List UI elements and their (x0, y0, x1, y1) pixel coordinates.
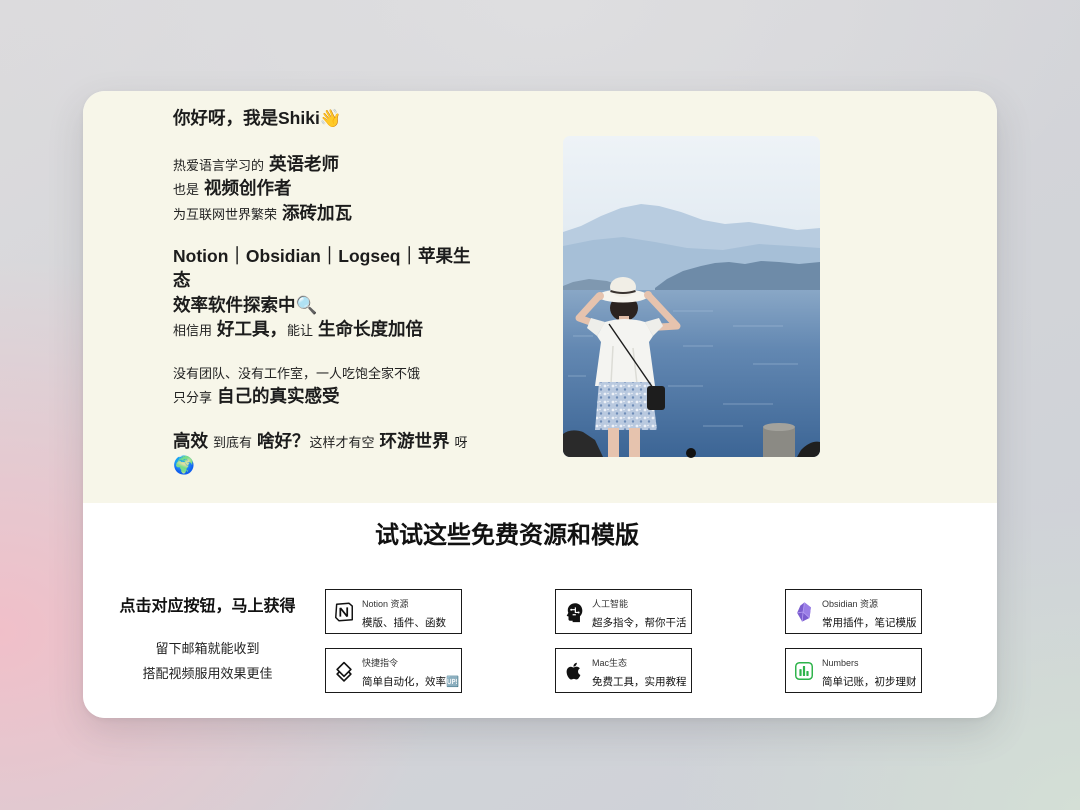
exploring-line: 效率软件探索中🔍 (173, 294, 479, 318)
ai-head-icon (563, 601, 585, 623)
obsidian-resources-button[interactable]: Obsidian 资源 常用插件，笔记模版 (785, 589, 922, 634)
travel-part: 呀 (454, 435, 468, 450)
belief-line: 相信用 好工具，能让 生命长度加倍 (173, 318, 479, 342)
notion-icon (333, 601, 355, 623)
about-highlight: 英语老师 (269, 154, 340, 174)
travel-line: 高效 到底有 啥好？这样才有空 环游世界呀 (173, 430, 479, 454)
button-title: 人工智能 (592, 599, 629, 609)
tools-list: Notion｜Obsidian｜Logseq｜苹果生态 (173, 246, 471, 291)
travel-part: 高效 (173, 431, 208, 451)
share-lead: 只分享 (173, 390, 213, 406)
tools-group: Notion｜Obsidian｜Logseq｜苹果生态 效率软件探索中🔍 相信用… (173, 245, 479, 343)
about-line: 也是 视频创作者 (173, 177, 479, 201)
belief-part: 生命长度加倍 (318, 319, 424, 340)
share-line: 只分享 自己的真实感受 (173, 385, 479, 409)
travel-part: 这样才有空 (309, 435, 375, 450)
about-lead: 热爱语言学习的 (173, 158, 265, 173)
cta-note: 留下邮箱就能收到 搭配视频服用效果更佳 (107, 636, 308, 686)
solo-text: 没有团队、没有工作室，一人吃饱全家不饿 (173, 366, 421, 381)
about-highlight: 视频创作者 (204, 178, 292, 199)
travel-part: 环游世界 (379, 431, 450, 451)
button-title: 快捷指令 (362, 658, 399, 668)
apple-icon (563, 660, 585, 682)
button-subtitle: 简单记账，初步理财 (822, 676, 917, 688)
greeting: 你好呀，我是Shiki👋 (173, 108, 342, 128)
button-subtitle: 简单自动化，效率🆙 (362, 676, 460, 688)
numbers-resources-button[interactable]: Numbers 简单记账，初步理财 (785, 648, 922, 693)
about-lead: 也是 (173, 182, 200, 198)
travel-part: 到底有 (213, 435, 253, 450)
belief-part: 相信用 (173, 323, 213, 339)
button-subtitle: 免费工具，实用教程 (592, 676, 687, 688)
resource-buttons: Notion 资源 模版、插件、函数 人工智能 超多指令，帮你干活 Obsidi… (325, 589, 922, 693)
button-subtitle: 超多指令，帮你干活 (592, 617, 687, 629)
cta-note-line: 搭配视频服用效果更佳 (142, 666, 273, 681)
about-line: 为互联网世界繁荣 添砖加瓦 (173, 202, 479, 226)
globe-icon: 🌍 (173, 455, 195, 476)
button-title: Numbers (822, 658, 859, 668)
profile-card: 你好呀，我是Shiki👋 热爱语言学习的 英语老师 也是 视频创作者 为互联网世界繁… (83, 91, 997, 718)
globe-line: 🌍 (173, 454, 479, 478)
mac-resources-button[interactable]: Mac生态 免费工具，实用教程 (555, 648, 692, 693)
carousel-indicator-dot[interactable] (686, 448, 696, 458)
travel-part: 啥好？ (257, 431, 310, 451)
cta-note-line: 留下邮箱就能收到 (155, 641, 260, 656)
about-line: 热爱语言学习的 英语老师 (173, 153, 479, 177)
obsidian-icon (793, 601, 815, 623)
cta-heading: 点击对应按钮，马上获得 (119, 598, 296, 615)
solo-group: 没有团队、没有工作室，一人吃饱全家不饿 只分享 自己的真实感受 (173, 362, 479, 410)
about-group: 热爱语言学习的 英语老师 也是 视频创作者 为互联网世界繁荣 添砖加瓦 (173, 153, 479, 226)
button-title: Mac生态 (592, 658, 628, 668)
numbers-icon (793, 660, 815, 682)
button-title: Obsidian 资源 (822, 599, 879, 609)
greeting-group: 你好呀，我是Shiki👋 (173, 107, 479, 131)
intro-section: 你好呀，我是Shiki👋 热爱语言学习的 英语老师 也是 视频创作者 为互联网世界繁… (83, 91, 997, 503)
notion-resources-button[interactable]: Notion 资源 模版、插件、函数 (325, 589, 462, 634)
button-subtitle: 常用插件，笔记模版 (822, 617, 917, 629)
resources-section: 试试这些免费资源和模版 点击对应按钮，马上获得 留下邮箱就能收到 搭配视频服用效… (83, 503, 997, 718)
button-title: Notion 资源 (362, 599, 409, 609)
profile-photo (563, 136, 820, 457)
about-lead: 为互联网世界繁荣 (173, 206, 278, 222)
ai-resources-button[interactable]: 人工智能 超多指令，帮你干活 (555, 589, 692, 634)
about-highlight: 添砖加瓦 (282, 202, 353, 223)
shortcuts-icon (333, 660, 355, 682)
belief-part: 好工具， (217, 319, 288, 340)
shortcuts-resources-button[interactable]: 快捷指令 简单自动化，效率🆙 (325, 648, 462, 693)
button-subtitle: 模版、插件、函数 (362, 617, 446, 629)
exploring-text: 效率软件探索中🔍 (173, 294, 318, 315)
resources-title: 试试这些免费资源和模版 (375, 522, 639, 549)
travel-group: 高效 到底有 啥好？这样才有空 环游世界呀 🌍 (173, 430, 479, 479)
share-highlight: 自己的真实感受 (217, 386, 340, 407)
greeting-line: 你好呀，我是Shiki👋 (173, 107, 479, 131)
belief-part: 能让 (287, 323, 314, 339)
photo-scene (563, 136, 820, 457)
tools-line: Notion｜Obsidian｜Logseq｜苹果生态 (173, 245, 479, 294)
solo-line: 没有团队、没有工作室，一人吃饱全家不饿 (173, 362, 479, 385)
